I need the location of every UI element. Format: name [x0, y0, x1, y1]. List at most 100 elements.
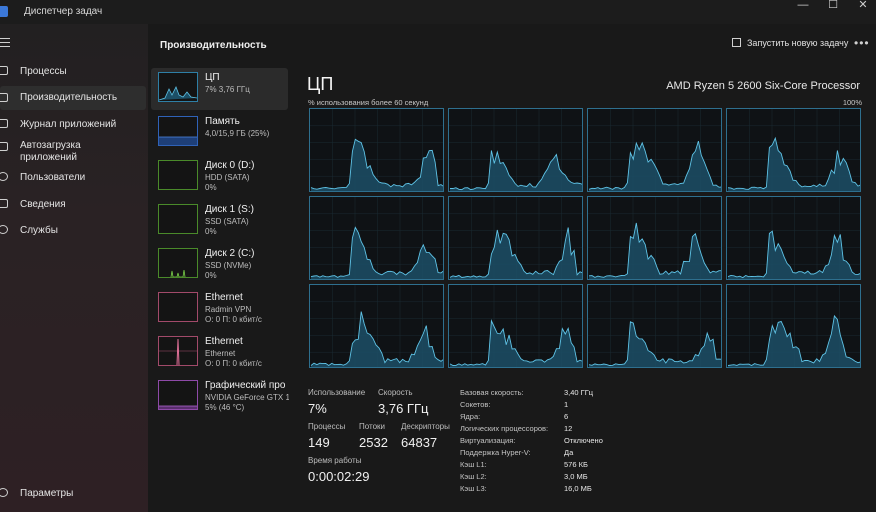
- logical-processor-graph: [587, 196, 722, 280]
- cpu-info-value: Да: [564, 448, 574, 457]
- page-title: Производительность: [160, 40, 267, 51]
- navigation-pane: Процессы Производительность Журнал прило…: [0, 24, 148, 512]
- logical-processor-graph: [309, 284, 444, 368]
- cpu-info-value: 16,0 МБ: [564, 484, 592, 493]
- gear-icon: [0, 488, 8, 497]
- resource-disk-2[interactable]: Диск 2 (C:) SSD (NVMe) 0%: [151, 244, 288, 286]
- cpu-thumbnail-graph: [158, 72, 198, 102]
- cpu-info-label: Кэш L1:: [460, 460, 487, 469]
- task-manager-icon: [0, 6, 8, 17]
- resource-cpu[interactable]: ЦП 7% 3,76 ГГц: [151, 68, 288, 110]
- app-history-icon: [0, 119, 8, 128]
- cpu-model-name: AMD Ryzen 5 2600 Six-Core Processor: [666, 80, 860, 92]
- hamburger-menu-icon[interactable]: [0, 38, 10, 50]
- ethernet-thumbnail-graph: [158, 336, 198, 366]
- resource-detail: HDD (SATA): [205, 173, 250, 182]
- speed-label: Скорость: [378, 388, 413, 397]
- usage-label: Использование: [308, 388, 366, 397]
- nav-label: Производительность: [20, 92, 118, 103]
- gpu-thumbnail-graph: [158, 380, 198, 410]
- resource-ethernet-radmin[interactable]: Ethernet Radmin VPN О: 0 П: 0 кбит/с: [151, 288, 288, 330]
- window-title: Диспетчер задач: [24, 6, 103, 17]
- graph-max-label: 100%: [842, 98, 862, 107]
- resource-name: Диск 0 (D:): [205, 160, 255, 171]
- resource-name: Диск 2 (C:): [205, 248, 255, 259]
- nav-label: Журнал приложений: [20, 119, 117, 130]
- cpu-info-value: 3,40 ГГц: [564, 388, 594, 397]
- nav-item-details[interactable]: Сведения: [0, 197, 146, 213]
- cpu-info-label: Логических процессоров:: [460, 424, 549, 433]
- nav-item-startup[interactable]: Автозагрузка приложений: [0, 140, 146, 166]
- uptime-value: 0:00:02:29: [308, 469, 370, 484]
- resource-value: О: 0 П: 0 кбит/с: [205, 359, 262, 368]
- maximize-button[interactable]: ☐: [818, 0, 848, 24]
- resource-detail: 7% 3,76 ГГц: [205, 85, 250, 94]
- nav-label: Пользователи: [20, 172, 86, 183]
- cpu-info-label: Поддержка Hyper-V:: [460, 448, 531, 457]
- uptime-label: Время работы: [308, 456, 362, 465]
- nav-item-services[interactable]: Службы: [0, 223, 146, 239]
- memory-thumbnail-graph: [158, 116, 198, 146]
- ethernet-thumbnail-graph: [158, 292, 198, 322]
- nav-item-app-history[interactable]: Журнал приложений: [0, 117, 146, 133]
- disk-thumbnail-svg: [170, 269, 186, 278]
- resource-name: Диск 1 (S:): [205, 204, 254, 215]
- logical-processor-graph: [726, 284, 861, 368]
- resource-ethernet[interactable]: Ethernet Ethernet О: 0 П: 0 кбит/с: [151, 332, 288, 374]
- nav-label: Автозагрузка приложений: [20, 140, 81, 163]
- close-button[interactable]: ✕: [848, 0, 876, 24]
- disk-thumbnail-graph: [158, 248, 198, 278]
- resource-memory[interactable]: Память 4,0/15,9 ГБ (25%): [151, 112, 288, 154]
- resource-disk-0[interactable]: Диск 0 (D:) HDD (SATA) 0%: [151, 156, 288, 198]
- startup-icon: [0, 142, 8, 151]
- resource-name: Графический про: [205, 380, 286, 391]
- resource-value: 0%: [205, 271, 217, 280]
- cpu-info-label: Сокетов:: [460, 400, 491, 409]
- resource-detail: Ethernet: [205, 349, 236, 358]
- nav-label: Сведения: [20, 199, 66, 210]
- resource-detail: SSD (NVMe): [205, 261, 252, 270]
- resource-name: Ethernet: [205, 292, 243, 303]
- resource-value: О: 0 П: 0 кбит/с: [205, 315, 262, 324]
- nav-label: Процессы: [20, 66, 67, 77]
- logical-processor-graph: [448, 284, 583, 368]
- resource-name: ЦП: [205, 72, 220, 83]
- speed-value: 3,76 ГГц: [378, 401, 429, 416]
- cpu-heading: ЦП: [307, 74, 334, 94]
- handles-value: 64837: [401, 435, 438, 450]
- services-icon: [0, 225, 8, 234]
- cpu-info-label: Базовая скорость:: [460, 388, 524, 397]
- logical-processor-graph: [726, 196, 861, 280]
- cpu-info-label: Кэш L3:: [460, 484, 487, 493]
- processes-value: 149: [308, 435, 330, 450]
- memory-thumbnail-svg: [159, 136, 197, 145]
- title-bar: Диспетчер задач — ☐ ✕: [0, 0, 876, 24]
- performance-icon: [0, 93, 8, 102]
- handles-label: Дескрипторы: [401, 422, 450, 431]
- nav-item-users[interactable]: Пользователи: [0, 170, 146, 186]
- cpu-info-value: 12: [564, 424, 573, 433]
- resource-gpu[interactable]: Графический про NVIDIA GeForce GTX 166 5…: [151, 376, 289, 418]
- cpu-info-label: Ядра:: [460, 412, 481, 421]
- resource-disk-1[interactable]: Диск 1 (S:) SSD (SATA) 0%: [151, 200, 288, 242]
- logical-processor-graph: [587, 108, 722, 192]
- minimize-button[interactable]: —: [788, 0, 818, 24]
- gpu-thumbnail-svg: [159, 405, 197, 409]
- resource-detail: SSD (SATA): [205, 217, 249, 226]
- usage-value: 7%: [308, 401, 327, 416]
- more-options-button[interactable]: •••: [854, 36, 870, 50]
- main-panel: Производительность Запустить новую задач…: [148, 24, 876, 512]
- disk-thumbnail-graph: [158, 204, 198, 234]
- nav-item-performance[interactable]: Производительность: [0, 86, 146, 110]
- run-new-task-label: Запустить новую задачу: [747, 38, 849, 48]
- logical-processor-graph: [448, 108, 583, 192]
- nav-label: Службы: [20, 225, 58, 236]
- disk-thumbnail-graph: [158, 160, 198, 190]
- graph-caption: % использования более 60 секунд: [308, 98, 429, 107]
- nav-item-processes[interactable]: Процессы: [0, 64, 146, 80]
- nav-label: Параметры: [20, 488, 74, 499]
- logical-processor-graph: [726, 108, 861, 192]
- cpu-info-value: 576 КБ: [564, 460, 588, 469]
- resource-detail: 4,0/15,9 ГБ (25%): [205, 129, 270, 138]
- resource-name: Память: [205, 116, 240, 127]
